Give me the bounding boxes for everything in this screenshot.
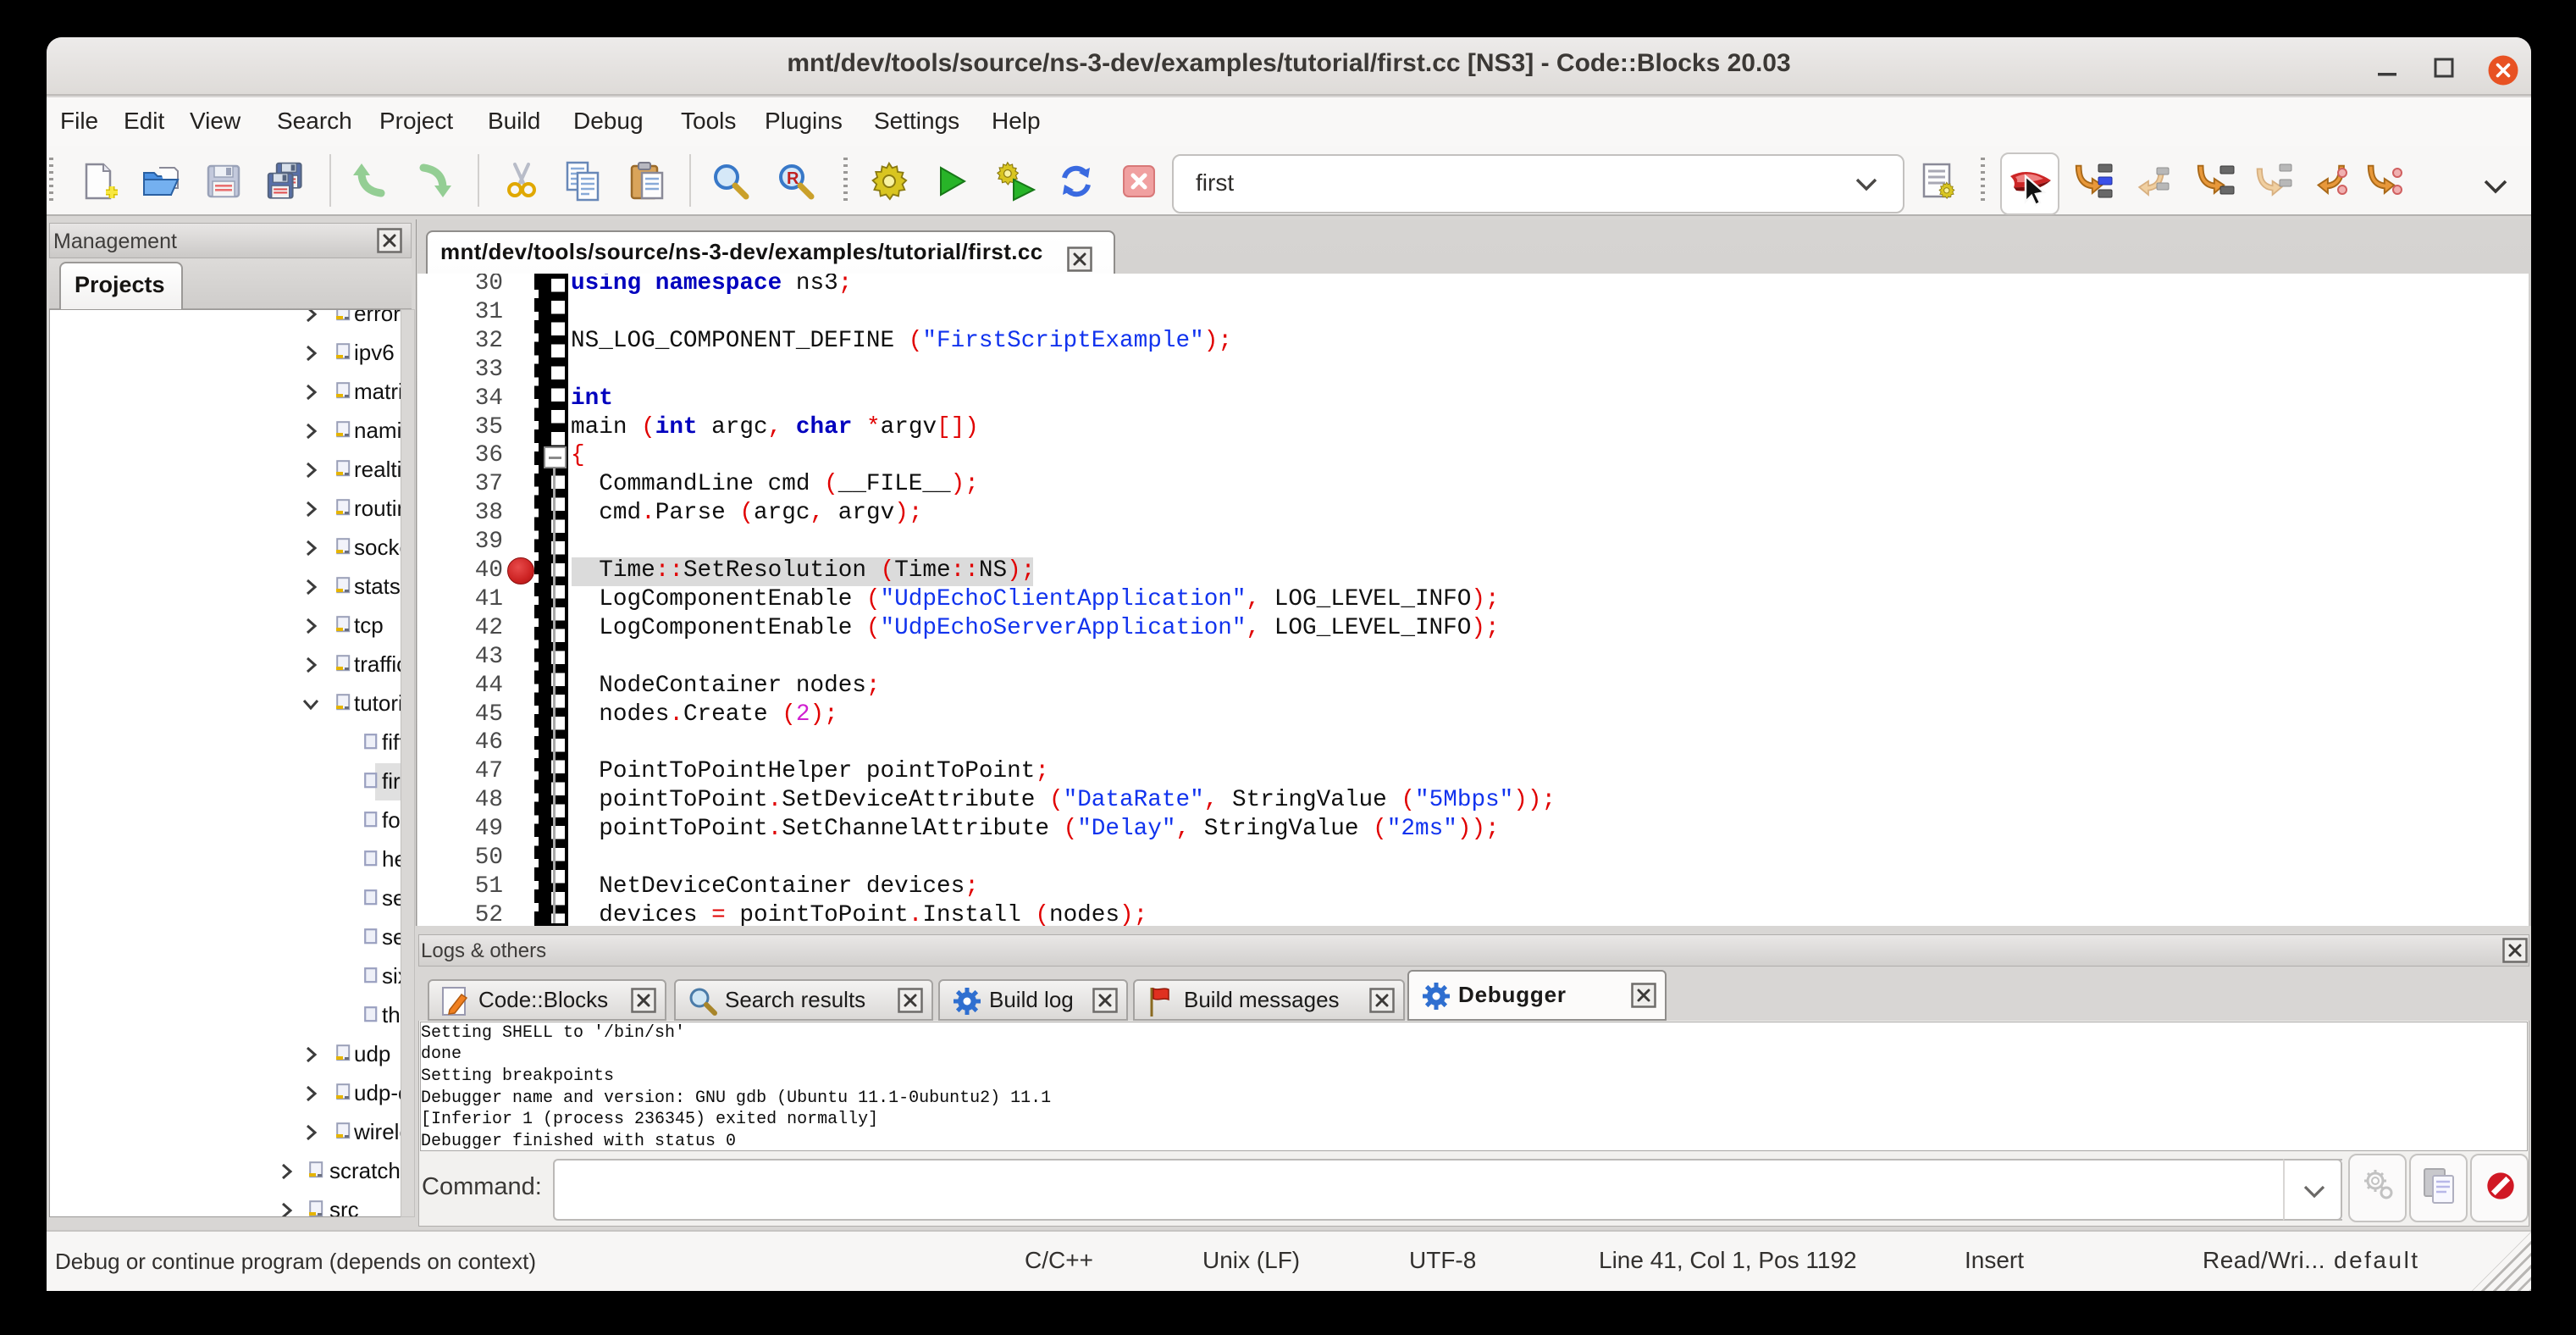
svg-text:R: R	[787, 169, 799, 188]
